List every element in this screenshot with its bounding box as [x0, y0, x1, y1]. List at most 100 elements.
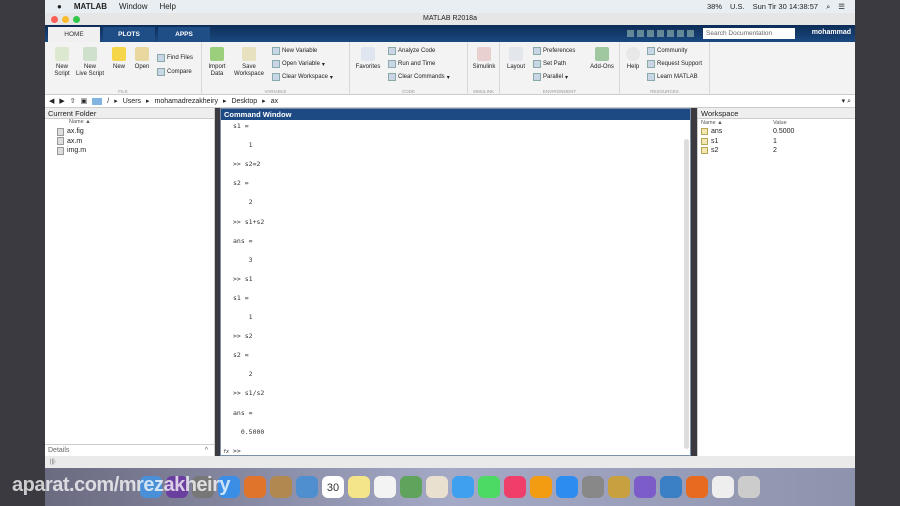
help-button[interactable]: Help — [623, 47, 643, 71]
learn-matlab-button[interactable]: Learn MATLAB — [647, 73, 698, 81]
spotlight-icon[interactable]: ⌕ — [826, 2, 830, 12]
dock-app-icon[interactable] — [270, 476, 292, 498]
dock-app-icon[interactable] — [426, 476, 448, 498]
command-output-line: 3 — [233, 255, 253, 264]
tab-apps[interactable]: APPS — [158, 27, 210, 42]
menu-help[interactable]: Help — [159, 2, 175, 11]
forward-icon[interactable]: ▶ — [59, 97, 64, 105]
scrollbar[interactable] — [684, 139, 689, 449]
back-icon[interactable]: ◀ — [49, 97, 54, 105]
menu-matlab[interactable]: MATLAB — [74, 2, 107, 11]
dock-app-icon[interactable] — [244, 476, 266, 498]
open-button[interactable]: Open — [132, 47, 152, 71]
dock-app-icon[interactable] — [582, 476, 604, 498]
dock-app-icon[interactable] — [634, 476, 656, 498]
clear-commands-button[interactable]: Clear Commands ▾ — [388, 73, 450, 81]
simulink-button[interactable]: Simulink — [470, 47, 498, 71]
workspace-variable[interactable]: s1 1 — [698, 137, 855, 147]
workspace-variable[interactable]: ans 0.5000 — [698, 127, 855, 137]
details-panel-toggle[interactable]: Details ^ — [45, 444, 214, 456]
dock-app-icon[interactable] — [530, 476, 552, 498]
notification-icon[interactable]: ☰ — [838, 2, 845, 12]
workspace-variable[interactable]: s2 2 — [698, 146, 855, 156]
preferences-button[interactable]: Preferences — [533, 47, 575, 55]
layout-button[interactable]: Layout — [503, 47, 529, 71]
menu-window[interactable]: Window — [119, 2, 147, 11]
dock-app-icon[interactable] — [712, 476, 734, 498]
clear-workspace-button[interactable]: Clear Workspace ▾ — [272, 73, 333, 81]
file-item[interactable]: img.m — [45, 146, 214, 156]
dock-app-icon[interactable] — [348, 476, 370, 498]
dock-app-icon[interactable] — [374, 476, 396, 498]
command-output-line: 1 — [233, 141, 253, 150]
set-path-button[interactable]: Set Path — [533, 60, 566, 68]
path-segment[interactable]: mohamadrezakheiry — [155, 98, 218, 105]
new-script-button[interactable]: New Script — [49, 47, 75, 78]
file-item[interactable]: ax.m — [45, 137, 214, 147]
new-button[interactable]: New — [109, 47, 129, 71]
command-prompt[interactable]: fx >> — [223, 447, 241, 455]
redo-icon[interactable] — [677, 30, 684, 37]
copy-icon[interactable] — [647, 30, 654, 37]
clock[interactable]: Sun Tir 30 14:38:57 — [753, 2, 818, 12]
dock-app-icon[interactable] — [660, 476, 682, 498]
tab-home[interactable]: HOME — [48, 27, 100, 42]
path-segment[interactable]: Desktop — [231, 98, 257, 105]
command-window[interactable]: Command Window s1 = 1 >> s2=2 s2 = 2 >> s1+… — [220, 108, 691, 456]
command-output-line: 1 — [233, 313, 253, 321]
dock-app-icon[interactable] — [556, 476, 578, 498]
group-label: RESOURCES — [650, 89, 679, 94]
find-files-button[interactable]: Find Files — [157, 54, 193, 62]
run-and-time-button[interactable]: Run and Time — [388, 60, 435, 68]
search-folder-icon[interactable]: ▾ ⌕ — [842, 97, 855, 106]
group-label: VARIABLE — [264, 89, 287, 94]
save-workspace-button[interactable]: Save Workspace — [232, 47, 266, 78]
dock-app-icon[interactable] — [296, 476, 318, 498]
search-documentation-input[interactable]: Search Documentation — [703, 28, 795, 39]
command-output-line: s2 = — [233, 351, 249, 360]
community-button[interactable]: Community — [647, 47, 687, 55]
dock-app-icon[interactable] — [686, 476, 708, 498]
path-root[interactable]: / — [107, 98, 109, 105]
input-locale[interactable]: U.S. — [730, 2, 745, 12]
column-header-name[interactable]: Name ▲ — [45, 119, 214, 127]
column-header-value[interactable]: Value — [773, 120, 787, 126]
path-segment[interactable]: Users — [123, 98, 141, 105]
file-item[interactable]: ax.fig — [45, 127, 214, 137]
request-support-button[interactable]: Request Support — [647, 60, 702, 68]
zoom-button[interactable] — [73, 16, 80, 23]
favorites-button[interactable]: Favorites — [353, 47, 383, 71]
dock-app-icon[interactable] — [478, 476, 500, 498]
analyze-code-button[interactable]: Analyze Code — [388, 47, 435, 55]
import-data-button[interactable]: Import Data — [204, 47, 230, 78]
dock-app-icon[interactable] — [608, 476, 630, 498]
dock-app-icon[interactable] — [452, 476, 474, 498]
new-variable-button[interactable]: New Variable — [272, 47, 317, 55]
parallel-button[interactable]: Parallel ▾ — [533, 73, 568, 81]
path-segment[interactable]: ax — [271, 98, 278, 105]
column-header-name[interactable]: Name ▲ — [701, 120, 773, 126]
dock-app-icon[interactable] — [504, 476, 526, 498]
undo-icon[interactable] — [667, 30, 674, 37]
close-button[interactable] — [51, 16, 58, 23]
command-output-line: 0.5000 — [233, 427, 265, 436]
dock-app-icon[interactable]: 30 — [322, 476, 344, 498]
add-ons-button[interactable]: Add-Ons — [588, 47, 616, 71]
open-variable-button[interactable]: Open Variable ▾ — [272, 60, 325, 68]
browse-folder-icon[interactable]: ▣ — [81, 97, 88, 105]
tab-plots[interactable]: PLOTS — [103, 27, 155, 42]
new-live-script-button[interactable]: New Live Script — [73, 47, 107, 78]
save-icon[interactable] — [627, 30, 634, 37]
compare-button[interactable]: Compare — [157, 68, 192, 76]
address-bar[interactable]: ◀ ▶ ⇧ ▣ / ▸ Users ▸ mohamadrezakheiry ▸ Deskto… — [45, 95, 855, 108]
apple-icon[interactable]: ● — [57, 2, 62, 11]
up-folder-icon[interactable]: ⇧ — [70, 97, 76, 105]
cut-icon[interactable] — [637, 30, 644, 37]
help-icon[interactable] — [687, 30, 694, 37]
paste-icon[interactable] — [657, 30, 664, 37]
battery-level[interactable]: 38% — [707, 2, 722, 12]
minimize-button[interactable] — [62, 16, 69, 23]
dock-app-icon[interactable] — [400, 476, 422, 498]
user-menu[interactable]: mohammad — [812, 29, 851, 36]
dock-app-icon[interactable] — [738, 476, 760, 498]
